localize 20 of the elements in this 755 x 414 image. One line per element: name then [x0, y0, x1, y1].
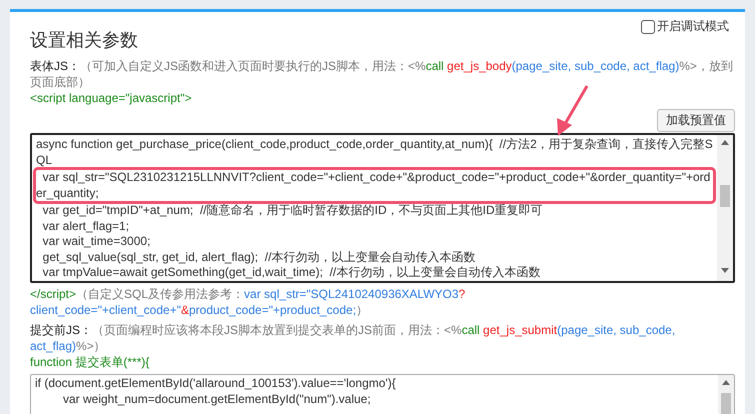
code-line: var alert_flag=1; [42, 218, 130, 234]
debug-mode-checkbox[interactable]: 开启调试模式 [641, 18, 729, 35]
code-line: var get_id="tmpID"+at_num; //随意命名，用于临时暂存数据的ID，不与页面上其他ID重复即可 [42, 203, 544, 218]
annotation-arrow [555, 84, 589, 138]
function-header: function 提交表单(***){ [30, 354, 150, 370]
code-line: var wait_time=3000; [42, 234, 152, 250]
script-close-note: </script>（自定义SQL及传参用法参考：var sql_str="SQL2410240936XALWYO3? client_code="+client_code+"&product_code="+product_code;） [30, 286, 466, 318]
submit-js-description: 提交前JS：（页面编程时应该将本段JS脚本放置到提交表单的JS前面，用法：<%call get_js_submit(page_site, sub_code, act_flag)%>） [30, 322, 676, 354]
code-line: if (document.getElementById('allaround_100153').value=='longmo'){ [35, 376, 397, 392]
code-line: get_sql_value(sql_str, get_id, alert_flag); //本行勿动，以上变量会自动传入本函数 [42, 250, 476, 265]
code-editor[interactable] [30, 133, 735, 283]
script-open-tag: <script language="javascript"> [30, 90, 735, 106]
scrollbar[interactable] [717, 135, 733, 281]
highlighted-code-line: var sql_str="SQL2310231215LLNNVIT?client_code="+client_code+"&product_code="+product_code+"&order_quantity="+order_quantity; [36, 170, 713, 201]
code-editor[interactable]: if (document.getElementById('allaround_100153').value=='longmo'){ var weight_num=document.getElementById("num").value; [30, 374, 735, 414]
panel-title: 设置相关参数 [30, 29, 138, 52]
code-line: var tmpValue=await getSomething(get_id,wait_time); //本行勿动，以上变量会自动传入本函数 [42, 265, 542, 280]
body-js-description: 表体JS：（可加入自定义JS函数和进入页面时要执行的JS脚本，用法：<%call get_js_body(page_site, sub_code, act_flag)%>，放到页面底部） [30, 58, 734, 90]
code-line: var weight_num=document.getElementById("num").value; [62, 392, 372, 407]
load-preset-button[interactable]: 加载预置值 [657, 109, 735, 132]
